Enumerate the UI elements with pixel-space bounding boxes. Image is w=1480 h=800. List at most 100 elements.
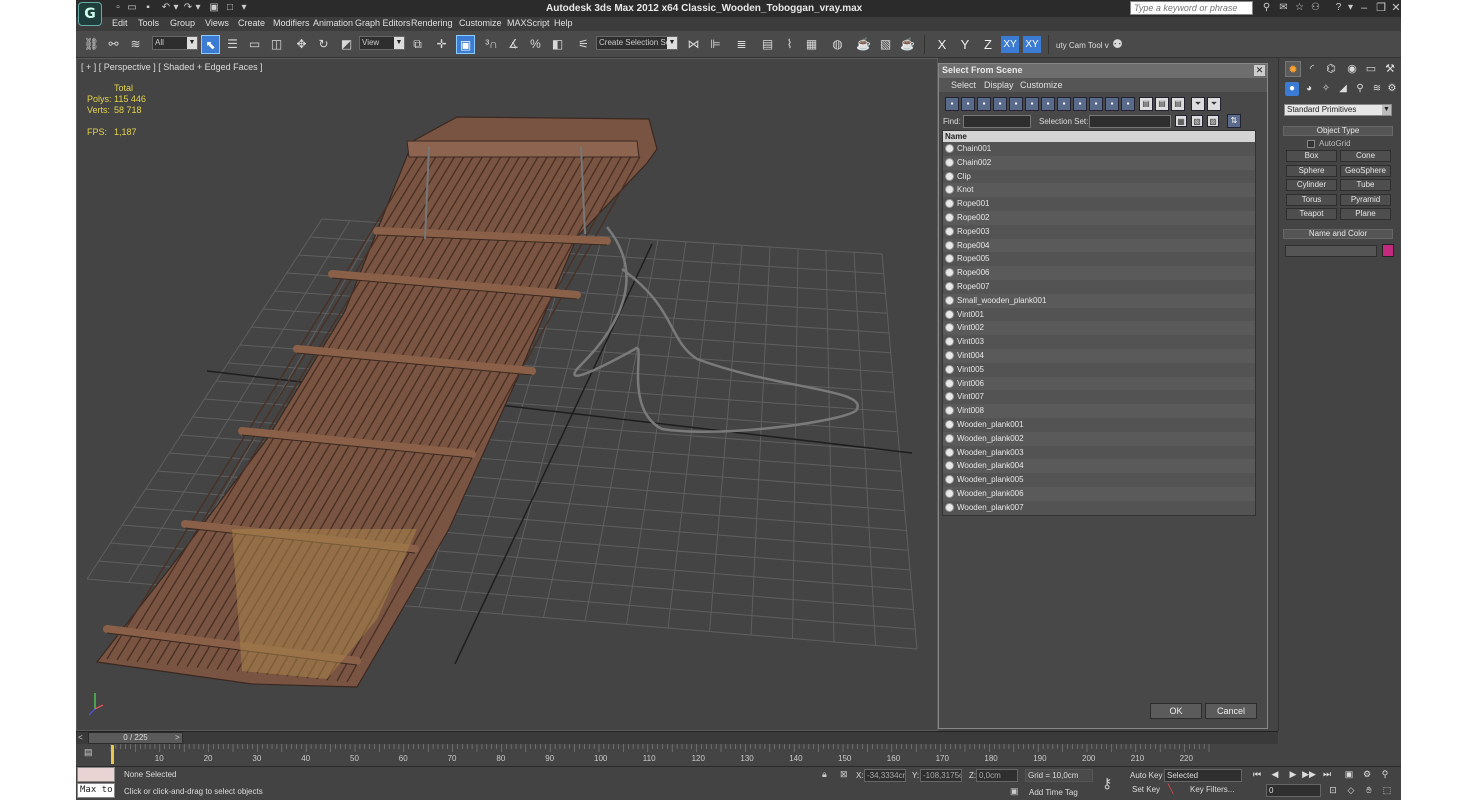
list-item[interactable]: Vint006	[943, 376, 1255, 391]
rendered-frame-window-icon[interactable]: ▧	[876, 35, 895, 54]
lights-icon[interactable]: ✧	[1319, 82, 1333, 96]
axis-z-button[interactable]: Z	[979, 36, 997, 53]
menu-views[interactable]: Views	[205, 18, 229, 28]
list-item[interactable]: Vint002	[943, 321, 1255, 336]
sphere-button[interactable]: Sphere	[1286, 165, 1337, 177]
maximize-viewport-icon[interactable]: ⬚	[1380, 784, 1394, 797]
plane-button[interactable]: Plane	[1340, 208, 1391, 220]
select-all-icon[interactable]: ▦	[1175, 115, 1187, 127]
key-filters-button[interactable]: Key Filters...	[1190, 785, 1234, 794]
pan-icon[interactable]: ✋︎	[1362, 784, 1376, 797]
list-item[interactable]: Vint001	[943, 308, 1255, 322]
filter-containers-icon[interactable]: ▪	[1089, 97, 1103, 111]
axis-y-button[interactable]: Y	[956, 36, 974, 53]
utilities-tab-icon[interactable]: ⚒	[1382, 61, 1398, 77]
time-slider-prev-icon[interactable]: <	[78, 733, 86, 743]
cam-tool-label[interactable]: uty Cam Tool v	[1056, 41, 1109, 50]
edit-named-selection-icon[interactable]: ⚟	[574, 35, 593, 54]
torus-button[interactable]: Torus	[1286, 194, 1337, 206]
mirror-icon[interactable]: ⋈	[684, 35, 703, 54]
object-color-swatch[interactable]	[1382, 244, 1394, 257]
close-button[interactable]: ✕	[1387, 1, 1401, 15]
menu-animation[interactable]: Animation	[313, 18, 353, 28]
graphite-modeling-icon[interactable]: ▤	[758, 35, 777, 54]
invert-display-icon[interactable]: ▤	[1171, 97, 1185, 111]
menu-customize[interactable]: Customize	[459, 18, 502, 28]
x-coordinate-field[interactable]: -34,3334cr	[864, 769, 906, 782]
bind-space-warp-icon[interactable]: ≋	[126, 35, 145, 54]
go-to-end-icon[interactable]: ⏭	[1320, 768, 1334, 781]
list-item[interactable]: Wooden_plank003	[943, 446, 1255, 460]
hold-icon[interactable]: ▣	[208, 2, 220, 14]
list-item[interactable]: Wooden_plank004	[943, 459, 1255, 474]
add-time-tag[interactable]: Add Time Tag	[1029, 788, 1078, 797]
cancel-button[interactable]: Cancel	[1205, 703, 1257, 719]
time-tag-icon[interactable]: ▣	[1010, 786, 1019, 797]
schematic-view-icon[interactable]: ▦	[802, 35, 821, 54]
shapes-icon[interactable]: ◕	[1302, 82, 1316, 96]
open-file-icon[interactable]: ▭	[126, 2, 138, 14]
display-all-icon[interactable]: ▤	[1139, 97, 1153, 111]
select-object-icon[interactable]: ⬉	[201, 35, 220, 54]
list-item[interactable]: Wooden_plank007	[943, 501, 1255, 515]
redo-dropdown-icon[interactable]: ▾	[192, 2, 204, 14]
scale-icon[interactable]: ◩	[337, 35, 356, 54]
zoom-extents-icon[interactable]: ⊡	[1326, 784, 1340, 797]
next-frame-icon[interactable]: ▶▶	[1302, 768, 1316, 781]
select-and-link-icon[interactable]: ⛓	[82, 35, 101, 54]
communication-center-icon[interactable]: ✉	[1277, 2, 1290, 14]
list-item[interactable]: Vint008	[943, 404, 1255, 418]
zoom-icon[interactable]: ⚲	[1378, 768, 1392, 781]
geosphere-button[interactable]: GeoSphere	[1340, 165, 1391, 177]
filter-bones-icon[interactable]: ▪	[1073, 97, 1087, 111]
play-icon[interactable]: ▶	[1286, 768, 1300, 781]
hierarchy-tab-icon[interactable]: ⌬	[1323, 61, 1339, 77]
list-item[interactable]: Rope004	[943, 238, 1255, 253]
key-mode-toggle-icon[interactable]: ▣	[1342, 768, 1356, 781]
menu-maxscript[interactable]: MAXScript	[507, 18, 550, 28]
dialog-close-button[interactable]: ✕	[1254, 65, 1265, 76]
object-name-field[interactable]	[1285, 245, 1377, 257]
align-icon[interactable]: ⊫	[706, 35, 725, 54]
selection-set-dropdown[interactable]	[1089, 115, 1171, 128]
cylinder-button[interactable]: Cylinder	[1286, 179, 1337, 191]
named-selection-dropdown[interactable]: Create Selection Se ▼	[596, 36, 678, 50]
undo-dropdown-icon[interactable]: ▾	[170, 2, 182, 14]
menu-create[interactable]: Create	[238, 18, 265, 28]
qa-dropdown-icon[interactable]: ▾	[238, 2, 250, 14]
y-coordinate-field[interactable]: -108,3175c	[920, 769, 962, 782]
save-icon[interactable]: ▪	[142, 2, 154, 14]
list-item[interactable]: Wooden_plank002	[943, 431, 1255, 446]
display-tab-icon[interactable]: ▭	[1363, 61, 1379, 77]
filter-xrefs-icon[interactable]: ▪	[1057, 97, 1071, 111]
create-tab-icon[interactable]: ✹	[1285, 61, 1301, 77]
ok-button[interactable]: OK	[1150, 703, 1202, 719]
menu-rendering[interactable]: Rendering	[411, 18, 453, 28]
object-type-rollout[interactable]: Object Type	[1283, 126, 1393, 136]
rotate-icon[interactable]: ↻	[314, 35, 333, 54]
axis-xy-cycle-button[interactable]: XY	[1023, 36, 1041, 53]
list-item[interactable]: Vint003	[943, 335, 1255, 349]
tube-button[interactable]: Tube	[1340, 179, 1391, 191]
cameras-icon[interactable]: ◢	[1336, 82, 1350, 96]
go-to-start-icon[interactable]: ⏮	[1250, 768, 1264, 781]
rectangular-selection-icon[interactable]: ▭	[245, 35, 264, 54]
menu-tools[interactable]: Tools	[138, 18, 159, 28]
angle-snap-icon[interactable]: ∡	[504, 35, 523, 54]
list-item[interactable]: Knot	[943, 183, 1255, 198]
menu-help[interactable]: Help	[554, 18, 573, 28]
current-frame-field[interactable]: 0	[1266, 784, 1321, 797]
filter-lights-icon[interactable]: ▪	[977, 97, 991, 111]
list-item[interactable]: Wooden_plank005	[943, 473, 1255, 487]
space-warps-icon[interactable]: ≋	[1370, 82, 1384, 96]
filter-helpers-icon[interactable]: ▪	[1009, 97, 1023, 111]
search-input[interactable]: Type a keyword or phrase	[1130, 1, 1253, 15]
name-column-header[interactable]: Name	[943, 131, 1255, 142]
dialog-menu-customize[interactable]: Customize	[1020, 80, 1063, 90]
geometry-icon[interactable]: ●	[1285, 82, 1299, 96]
render-setup-icon[interactable]: ☕	[854, 35, 873, 54]
select-none-icon[interactable]: ▧	[1191, 115, 1203, 127]
list-item[interactable]: Rope003	[943, 225, 1255, 239]
keyboard-shortcut-override-icon[interactable]: ▣	[456, 35, 475, 54]
list-item[interactable]: Vint007	[943, 390, 1255, 404]
